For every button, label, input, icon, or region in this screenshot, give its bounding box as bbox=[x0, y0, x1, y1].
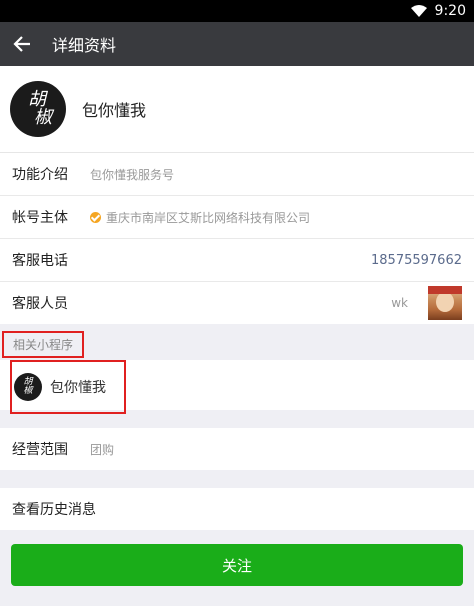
business-value: 团购 bbox=[90, 442, 115, 457]
miniprogram-item[interactable]: 胡 椒 包你懂我 bbox=[10, 360, 126, 414]
intro-label: 功能介绍 bbox=[12, 167, 68, 183]
miniprogram-header-label: 相关小程序 bbox=[2, 330, 85, 358]
business-section: 经营范围 团购 bbox=[0, 428, 474, 470]
miniprogram-list: 胡 椒 包你懂我 bbox=[0, 360, 474, 414]
staff-label: 客服人员 bbox=[12, 296, 68, 312]
business-row: 经营范围 团购 bbox=[0, 428, 474, 470]
back-button[interactable] bbox=[0, 22, 44, 66]
phone-value[interactable]: 18575597662 bbox=[371, 253, 462, 268]
history-row[interactable]: 查看历史消息 bbox=[0, 488, 474, 530]
account-avatar: 胡 椒 bbox=[10, 81, 66, 137]
staff-avatar[interactable] bbox=[428, 286, 462, 320]
miniprogram-logo: 胡 椒 bbox=[14, 373, 42, 401]
status-time: 9:20 bbox=[434, 3, 466, 19]
entity-label: 帐号主体 bbox=[12, 210, 68, 226]
intro-row: 功能介绍 包你懂我服务号 bbox=[0, 153, 474, 196]
miniprogram-name: 包你懂我 bbox=[50, 380, 106, 396]
page-title: 详细资料 bbox=[52, 36, 117, 55]
info-section: 功能介绍 包你懂我服务号 帐号主体 重庆市南岸区艾斯比网络科技有限公司 客服电话… bbox=[0, 153, 474, 324]
arrow-left-icon bbox=[13, 36, 30, 52]
entity-row[interactable]: 帐号主体 重庆市南岸区艾斯比网络科技有限公司 bbox=[0, 196, 474, 239]
intro-value: 包你懂我服务号 bbox=[90, 167, 175, 182]
avatar-logo-text-2: 椒 bbox=[34, 107, 52, 128]
entity-value: 重庆市南岸区艾斯比网络科技有限公司 bbox=[106, 210, 311, 225]
history-label: 查看历史消息 bbox=[12, 502, 96, 518]
phone-label: 客服电话 bbox=[12, 253, 68, 269]
wifi-icon bbox=[410, 5, 427, 17]
business-label: 经营范围 bbox=[12, 442, 68, 458]
app-bar: 详细资料 bbox=[0, 22, 474, 66]
history-section: 查看历史消息 bbox=[0, 488, 474, 530]
verified-icon bbox=[90, 211, 101, 223]
account-name: 包你懂我 bbox=[82, 101, 147, 120]
status-bar: 9:20 bbox=[0, 0, 474, 22]
miniprogram-logo-text-2: 椒 bbox=[23, 386, 33, 396]
staff-name: wk bbox=[391, 296, 408, 310]
staff-row[interactable]: 客服人员 wk bbox=[0, 282, 474, 324]
follow-button[interactable]: 关注 bbox=[11, 544, 463, 586]
miniprogram-header: 相关小程序 bbox=[0, 324, 474, 360]
phone-row[interactable]: 客服电话 18575597662 bbox=[0, 239, 474, 282]
account-profile: 胡 椒 包你懂我 bbox=[0, 66, 474, 153]
